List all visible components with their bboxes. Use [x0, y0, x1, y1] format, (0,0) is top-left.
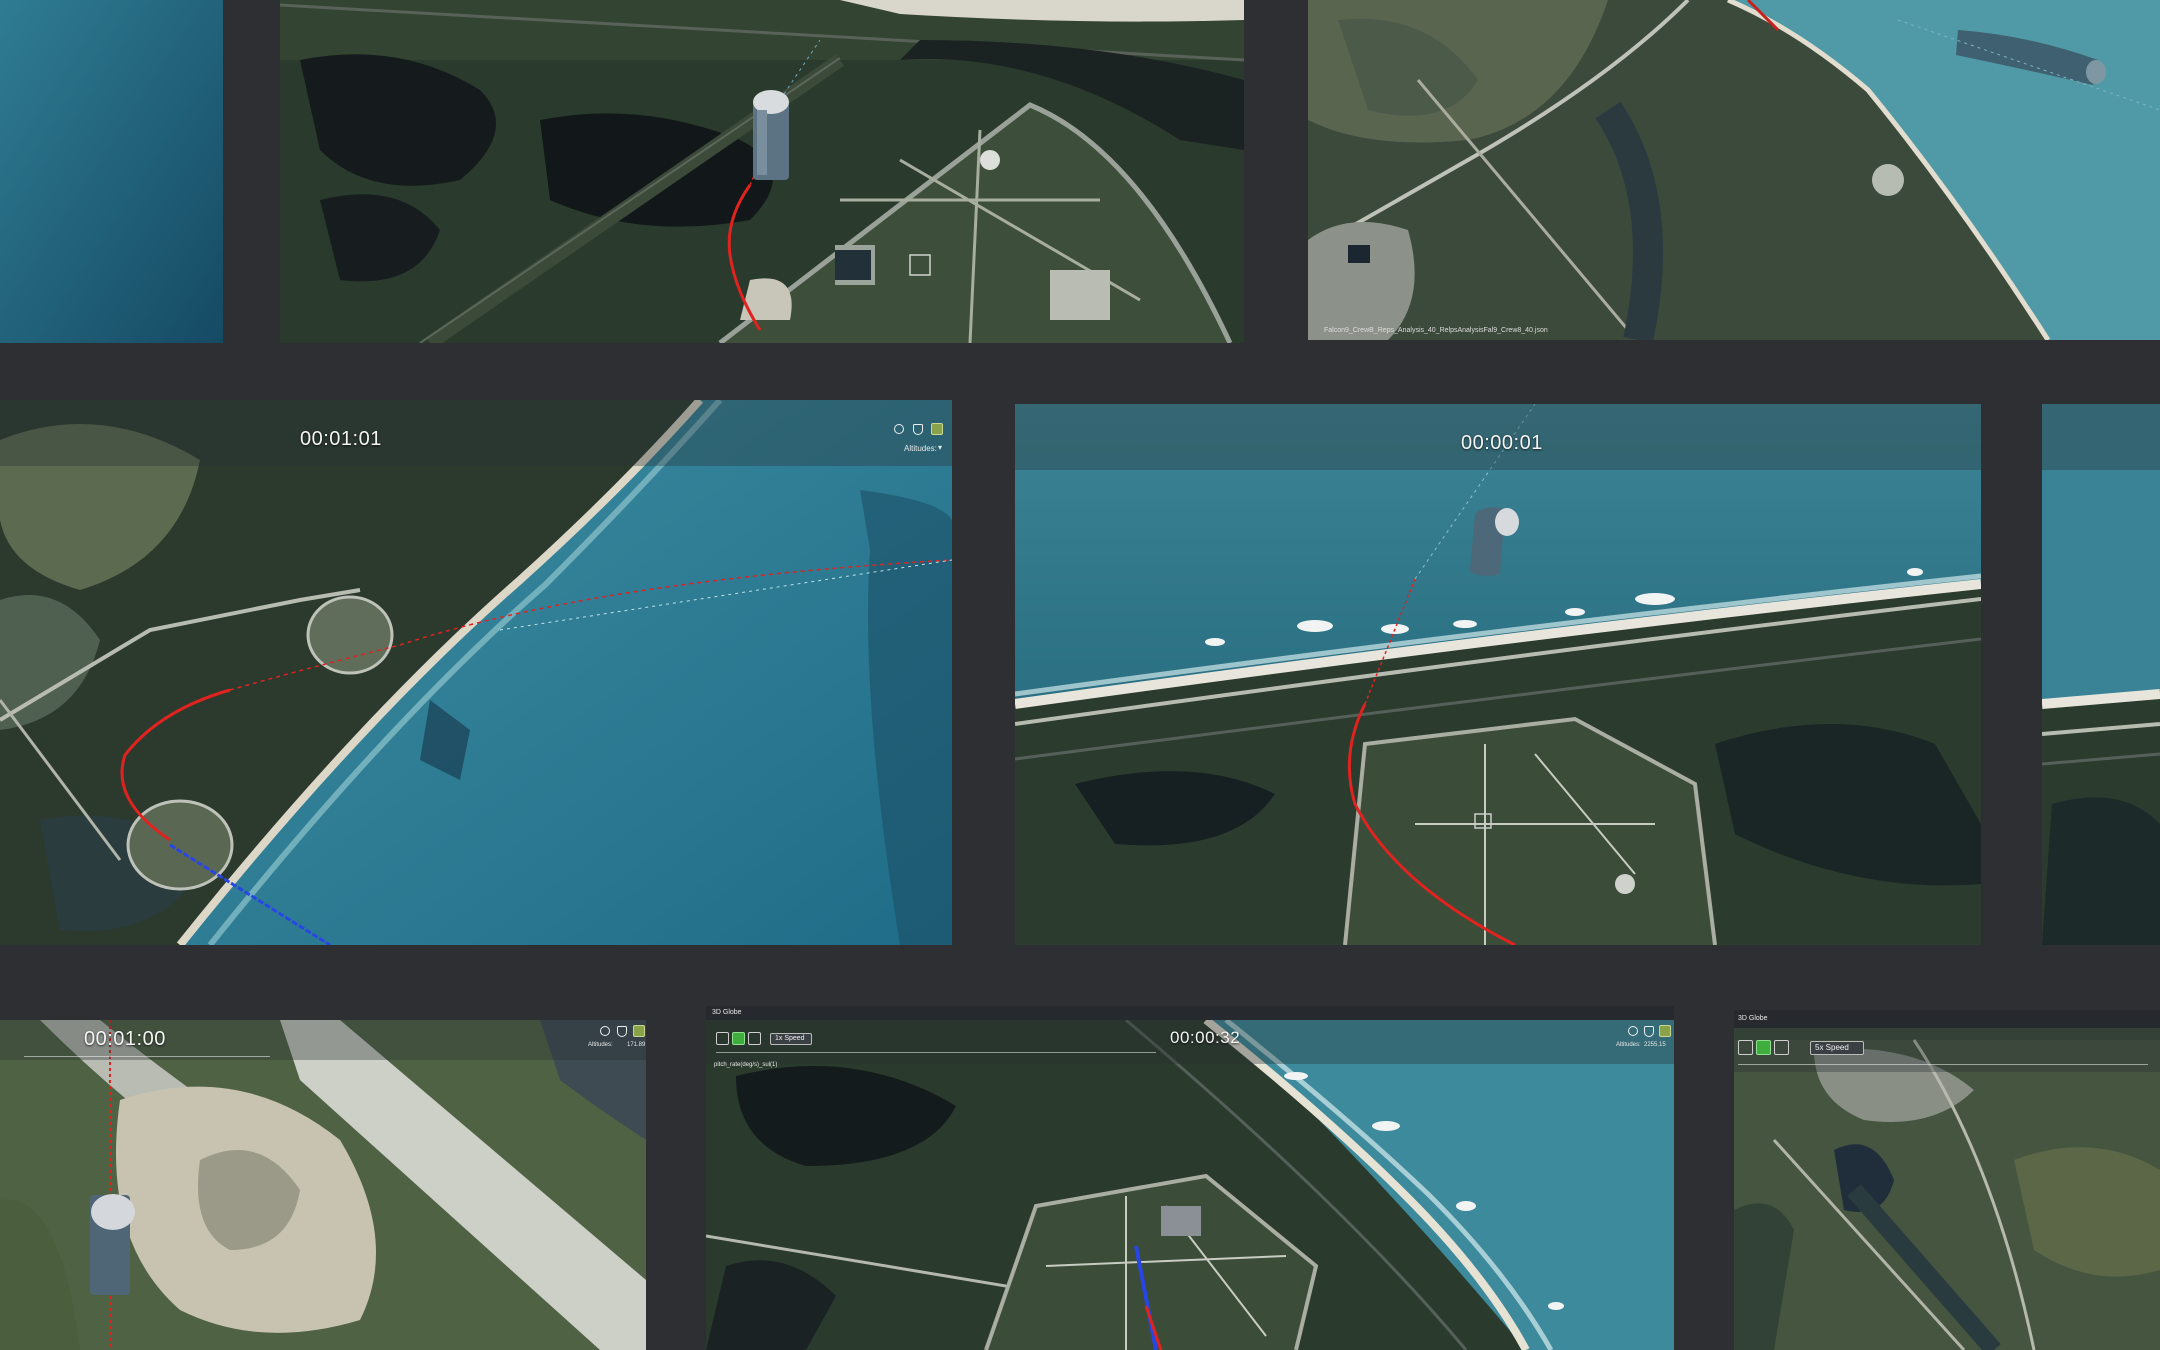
timeline-track[interactable]: [24, 1056, 270, 1057]
map-view-top-left[interactable]: [0, 0, 223, 343]
satellite-imagery: [1015, 404, 1981, 945]
altitudes-value: 171.89: [627, 1042, 646, 1048]
panel-title: 3D Globe: [1738, 1015, 1768, 1022]
play-icon[interactable]: [748, 1032, 761, 1045]
map-view-top-right[interactable]: Falcon9_CrewB_Reps_Analysis_40_RelpsAnal…: [1308, 0, 2160, 340]
globe-icon[interactable]: [600, 1026, 610, 1036]
map-view-mid-right[interactable]: [2042, 404, 2160, 945]
playback-timer: 00:00:32: [1170, 1028, 1241, 1047]
altitudes-value: 2255.15: [1644, 1042, 1666, 1048]
play-icon[interactable]: [1774, 1040, 1789, 1055]
map-view-mid-center[interactable]: 00:00:01: [1015, 404, 1981, 945]
timeline-track[interactable]: [716, 1052, 1156, 1053]
timeline-overlay: [2042, 404, 2160, 470]
data-readout: pitch_rate(deg/s)_sul(1): [714, 1062, 778, 1068]
image-layer-icon[interactable]: [1659, 1025, 1671, 1037]
altitudes-label: Altitudes:: [904, 444, 937, 453]
timeline-overlay: [1734, 1028, 2160, 1072]
speed-select[interactable]: 5x Speed: [1810, 1041, 1864, 1055]
map-view-bottom-left[interactable]: 00:01:00 Altitudes: 171.89: [0, 1020, 646, 1350]
map-view-bottom-center[interactable]: 3D Globe 1x Speed pitch_rate(deg/s)_sul(…: [706, 1006, 1674, 1350]
satellite-imagery: [1308, 0, 2160, 340]
timeline-overlay: [0, 400, 952, 466]
shield-icon[interactable]: [1644, 1026, 1654, 1037]
satellite-imagery: [0, 1020, 646, 1350]
image-layer-icon[interactable]: [633, 1025, 645, 1037]
panel-header: 3D Globe: [1734, 1010, 2160, 1028]
pause-icon[interactable]: [732, 1032, 745, 1045]
globe-icon[interactable]: [894, 424, 904, 434]
pause-icon[interactable]: [1756, 1040, 1771, 1055]
satellite-imagery: [280, 0, 1244, 343]
speed-select[interactable]: 1x Speed: [770, 1033, 812, 1045]
image-layer-icon[interactable]: [931, 423, 943, 435]
step-back-icon[interactable]: [716, 1032, 729, 1045]
altitudes-label: Altitudes:: [588, 1042, 613, 1048]
globe-icon[interactable]: [1628, 1026, 1638, 1036]
step-back-icon[interactable]: [1738, 1040, 1753, 1055]
satellite-imagery: [2042, 404, 2160, 945]
playback-timer: 00:00:01: [1461, 432, 1543, 454]
rocket-tank-model: [753, 90, 789, 180]
map-view-bottom-right[interactable]: 3D Globe 5x Speed: [1734, 1010, 2160, 1350]
timeline-track[interactable]: [1738, 1064, 2148, 1065]
map-view-top-center[interactable]: [280, 0, 1244, 343]
panel-title: 3D Globe: [712, 1009, 742, 1016]
panel-header: 3D Globe: [706, 1006, 1674, 1020]
shield-icon[interactable]: [913, 424, 923, 435]
ocean-imagery: [0, 0, 223, 343]
playback-timer: 00:01:01: [300, 428, 382, 450]
chevron-down-icon[interactable]: ▾: [938, 443, 942, 452]
json-filename-label: Falcon9_CrewB_Reps_Analysis_40_RelpsAnal…: [1324, 327, 1548, 334]
shield-icon[interactable]: [617, 1026, 627, 1037]
altitudes-label: Altitudes:: [1616, 1042, 1641, 1048]
satellite-imagery: [0, 400, 952, 945]
playback-timer: 00:01:00: [84, 1028, 166, 1050]
map-view-mid-left[interactable]: 00:01:01 Altitudes: ▾: [0, 400, 952, 945]
rocket-tank-model: [90, 1194, 135, 1295]
